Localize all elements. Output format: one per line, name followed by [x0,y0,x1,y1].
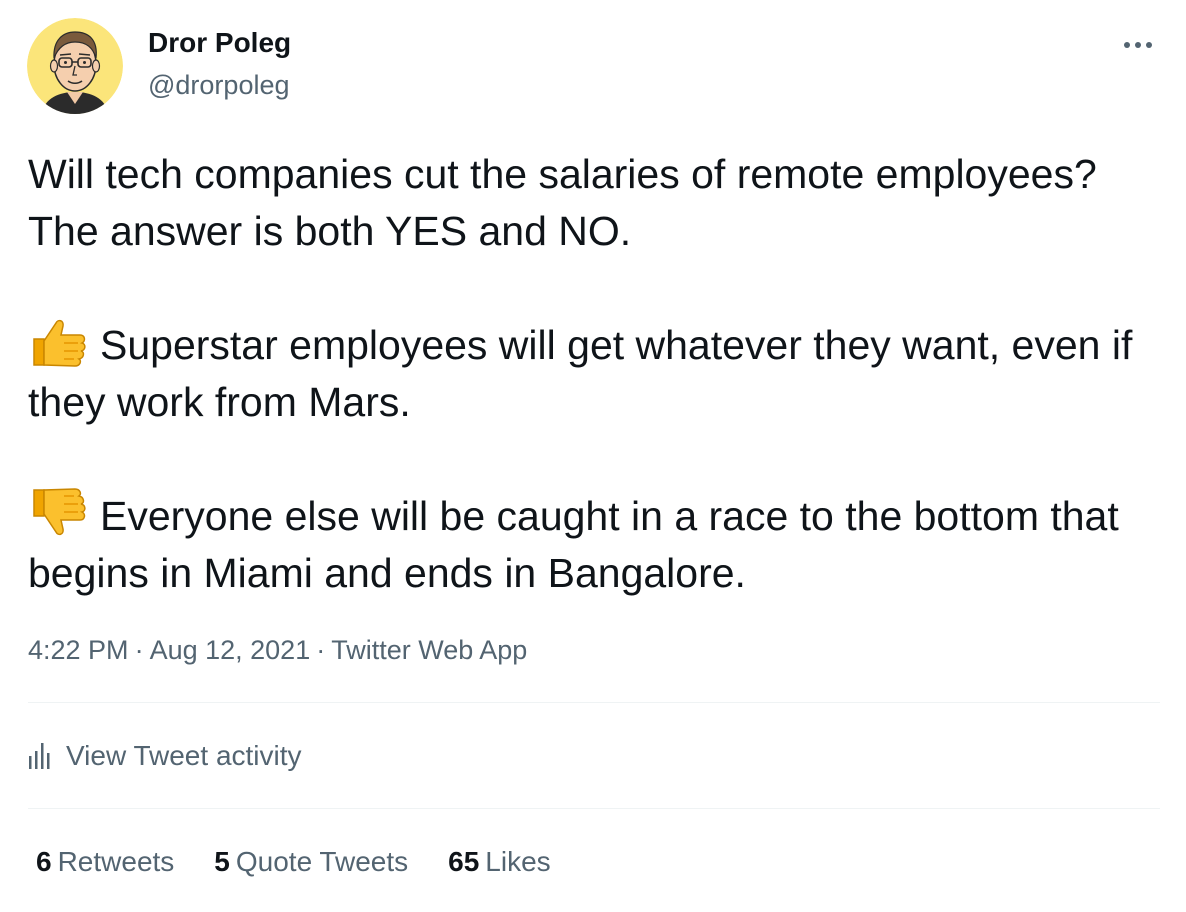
tweet-time[interactable]: 4:22 PM [28,635,129,665]
tweet-paragraph-text: Superstar employees will get whatever th… [28,322,1133,425]
tweet-meta: 4:22 PM · Aug 12, 2021 · Twitter Web App [28,630,527,670]
meta-separator: · [134,635,144,665]
tweet-card: Dror Poleg @drorpoleg Will tech companie… [0,0,1186,912]
tweet-paragraph: Everyone else will be caught in a race t… [28,488,1168,602]
quote-tweets-label: Quote Tweets [235,846,409,877]
quote-tweets-stat[interactable]: 5 Quote Tweets [214,846,408,878]
tweet-text: Will tech companies cut the salaries of … [28,146,1168,602]
author-handle[interactable]: @drorpoleg [148,68,290,102]
more-horizontal-icon [1124,42,1152,48]
tweet-paragraph: Superstar employees will get whatever th… [28,317,1168,431]
tweet-paragraph-text: Everyone else will be caught in a race t… [28,493,1119,596]
meta-separator: · [316,635,326,665]
view-tweet-activity-label: View Tweet activity [66,740,302,771]
tweet-paragraph: Will tech companies cut the salaries of … [28,146,1168,260]
tweet-source[interactable]: Twitter Web App [331,635,527,665]
more-options-button[interactable] [1118,28,1158,62]
author-display-name[interactable]: Dror Poleg [148,26,291,60]
likes-label: Likes [485,846,551,877]
cartoon-avatar-icon [27,18,123,114]
tweet-date[interactable]: Aug 12, 2021 [150,635,311,665]
avatar[interactable] [27,18,123,114]
thumbs-down-icon [28,488,90,538]
thumbs-up-icon [28,317,90,367]
retweets-count: 6 [36,846,52,877]
divider [28,808,1160,809]
bar-chart-icon [29,743,50,769]
likes-count: 65 [448,846,480,877]
retweets-stat[interactable]: 6 Retweets [36,846,174,878]
view-tweet-activity-link[interactable]: View Tweet activity [28,735,302,777]
quote-tweets-count: 5 [214,846,230,877]
tweet-stats: 6 Retweets 5 Quote Tweets 65 Likes [36,840,551,884]
divider [28,702,1160,703]
tweet-paragraph-text: Will tech companies cut the salaries of … [28,151,1097,254]
retweets-label: Retweets [57,846,175,877]
likes-stat[interactable]: 65 Likes [448,846,551,878]
